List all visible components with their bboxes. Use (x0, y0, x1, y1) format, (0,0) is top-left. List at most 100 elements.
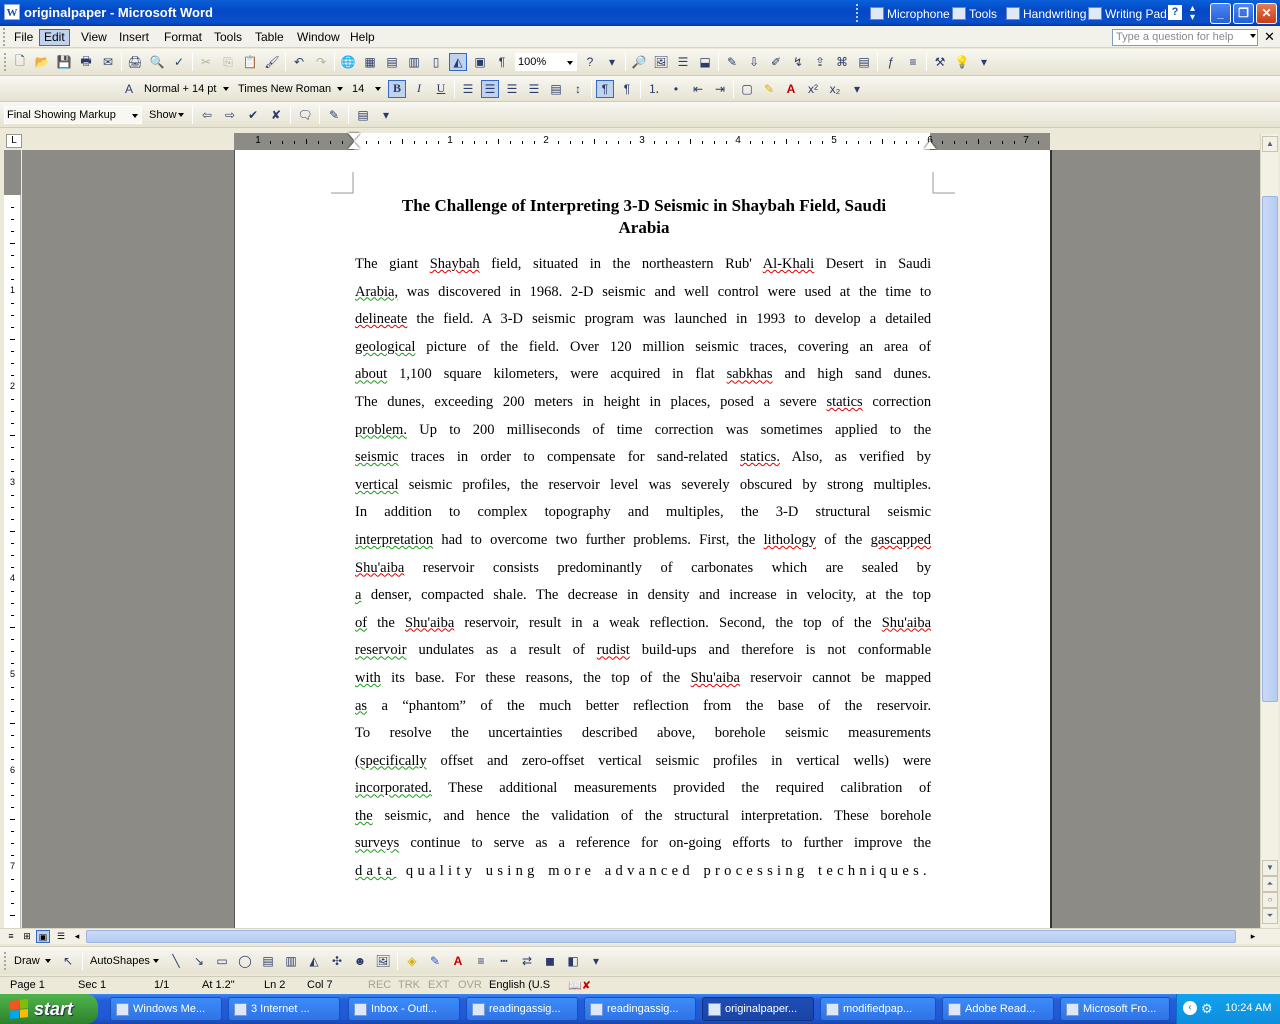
document-line[interactable]: problem. Up to 200 milliseconds of time … (355, 417, 931, 445)
menu-help[interactable]: Help (346, 29, 379, 46)
edit-icon-3[interactable]: ✐ (767, 53, 785, 71)
ltr-icon[interactable]: ¶ (596, 79, 614, 98)
writing-pad-button[interactable]: Writing Pad (1088, 5, 1167, 22)
menu-view[interactable]: View (77, 29, 111, 46)
tab-selector[interactable]: L (6, 134, 22, 148)
title-bar[interactable]: W originalpaper - Microsoft Word Microph… (0, 0, 1280, 26)
hanging-indent-marker[interactable] (348, 142, 360, 149)
italic-icon[interactable]: I (410, 80, 428, 98)
arrow-icon[interactable]: ↘ (190, 952, 208, 970)
web-layout-icon[interactable]: ⊞ (20, 930, 34, 943)
shadow-icon[interactable]: ◼ (541, 952, 559, 970)
document-map-icon[interactable]: ▣ (471, 53, 489, 71)
autoshapes-menu[interactable]: AutoShapes (88, 952, 162, 970)
next-page-icon[interactable]: ⏷ (1262, 908, 1278, 924)
draw-font-color-icon[interactable]: A (449, 952, 467, 970)
scroll-right-icon[interactable]: ▸ (1246, 930, 1260, 943)
figure-icon[interactable]: ƒ (882, 53, 900, 71)
hyperlink-icon[interactable]: 🌐 (339, 53, 357, 71)
status-rec[interactable]: REC (368, 979, 391, 991)
print-layout-icon[interactable]: ▣ (36, 930, 50, 943)
network-icon[interactable]: ⚙ (1201, 1001, 1213, 1017)
rtl-icon[interactable]: ¶ (618, 80, 636, 98)
underline-icon[interactable]: U (432, 80, 450, 98)
numbering-icon[interactable]: ⒈ (645, 80, 663, 98)
border-icon[interactable]: ▢ (738, 80, 756, 98)
reviewing-pane-icon[interactable]: ▤ (354, 106, 372, 124)
style-combo[interactable]: Normal + 14 pt (142, 80, 232, 98)
cut-icon[interactable]: ✂ (197, 53, 215, 71)
horizontal-scroll-thumb[interactable] (86, 930, 1236, 943)
align-right-icon[interactable]: ☰ (503, 80, 521, 98)
taskbar-button[interactable]: modifiedpap... (820, 997, 936, 1021)
close-document-icon[interactable]: ✕ (1264, 29, 1275, 45)
highlight-icon[interactable]: ✎ (760, 80, 778, 98)
taskbar-button[interactable]: Adobe Read... (942, 997, 1054, 1021)
insert-table-icon[interactable]: ▤ (383, 53, 401, 71)
undo-icon[interactable]: ↶ (290, 53, 308, 71)
show-menu[interactable]: Show (147, 106, 187, 124)
document-line[interactable]: Arabia, was discovered in 1968. 2-D seis… (355, 279, 931, 307)
minimize-button[interactable]: _ (1210, 3, 1231, 24)
document-line[interactable]: The giant Shaybah field, situated in the… (355, 251, 931, 279)
language-bar-grip[interactable] (856, 4, 860, 22)
bullets-icon[interactable]: • (667, 80, 685, 98)
rectangle-icon[interactable]: ▭ (213, 952, 231, 970)
document-line[interactable]: In addition to complex topography and mu… (355, 499, 931, 527)
font-combo[interactable]: Times New Roman (236, 80, 346, 98)
toolbar-options-icon[interactable]: ▾ (603, 53, 621, 71)
spelling-status-icon[interactable]: 📖✘ (568, 979, 591, 992)
status-ovr[interactable]: OVR (458, 979, 482, 991)
reviewing-options-icon[interactable]: ▾ (377, 106, 395, 124)
accept-change-icon[interactable]: ✔ (244, 106, 262, 124)
document-area[interactable]: The Challenge of Interpreting 3-D Seismi… (22, 150, 1260, 928)
select-browse-object-icon[interactable]: ○ (1262, 892, 1278, 908)
status-trk[interactable]: TRK (398, 979, 420, 991)
taskbar-button[interactable]: Windows Me... (110, 997, 222, 1021)
dash-style-icon[interactable]: ┅ (495, 952, 513, 970)
font-color-icon[interactable]: A (782, 80, 800, 98)
menu-format[interactable]: Format (160, 29, 206, 46)
draw-menu[interactable]: Draw (12, 952, 54, 970)
document-body[interactable]: The giant Shaybah field, situated in the… (355, 251, 931, 886)
document-line[interactable]: To resolve the uncertainties described a… (355, 720, 931, 748)
tool-icon[interactable]: ⚒ (931, 53, 949, 71)
3d-style-icon[interactable]: ◧ (564, 952, 582, 970)
previous-change-icon[interactable]: ⇦ (198, 106, 216, 124)
superscript-icon[interactable]: x² (804, 80, 822, 98)
copy-icon[interactable]: ⎘ (219, 53, 237, 71)
menu-grip[interactable] (3, 28, 6, 46)
edit-icon-6[interactable]: ⌘ (833, 53, 851, 71)
drawing-options-icon[interactable]: ▾ (587, 952, 605, 970)
edit-icon-1[interactable]: ✎ (723, 53, 741, 71)
document-title[interactable]: The Challenge of Interpreting 3-D Seismi… (377, 195, 911, 239)
document-line[interactable]: of the Shu'aiba reservoir, result in a w… (355, 610, 931, 638)
status-ext[interactable]: EXT (428, 979, 449, 991)
document-line[interactable]: (specifically offset and zero-offset ver… (355, 748, 931, 776)
insert-excel-icon[interactable]: ▥ (405, 53, 423, 71)
reject-change-icon[interactable]: ✘ (267, 106, 285, 124)
tables-borders-icon[interactable]: ▦ (361, 53, 379, 71)
line-style-icon[interactable]: ≡ (472, 952, 490, 970)
document-line[interactable]: with its base. For these reasons, the to… (355, 665, 931, 693)
line-spacing-icon[interactable]: ↕ (569, 80, 587, 98)
bold-icon[interactable]: B (388, 79, 406, 98)
word-app-icon[interactable]: W (4, 4, 20, 20)
help-bulb-icon[interactable]: 💡 (953, 53, 971, 71)
select-objects-icon[interactable]: ↖ (59, 952, 77, 970)
help-question-input[interactable]: Type a question for help (1112, 29, 1258, 46)
show-hide-icon[interactable]: ¶ (493, 53, 511, 71)
justify-icon[interactable]: ☰ (525, 80, 543, 98)
help-icon[interactable]: ? (1168, 5, 1182, 20)
vertical-text-box-icon[interactable]: ▥ (282, 952, 300, 970)
scroll-left-icon[interactable]: ◂ (70, 930, 84, 943)
print-icon[interactable]: 🖨 (126, 53, 144, 71)
insert-object-icon[interactable]: ⬓ (696, 53, 714, 71)
previous-page-icon[interactable]: ⏶ (1262, 876, 1278, 892)
document-line[interactable]: data quality using more advanced process… (355, 858, 931, 886)
menu-edit[interactable]: Edit (39, 29, 70, 46)
document-line[interactable]: Shu'aiba reservoir consists predominantl… (355, 555, 931, 583)
increase-indent-icon[interactable]: ⇥ (711, 80, 729, 98)
horizontal-ruler[interactable]: 11234567 (234, 133, 1050, 150)
toolbar-grip[interactable] (4, 53, 7, 71)
